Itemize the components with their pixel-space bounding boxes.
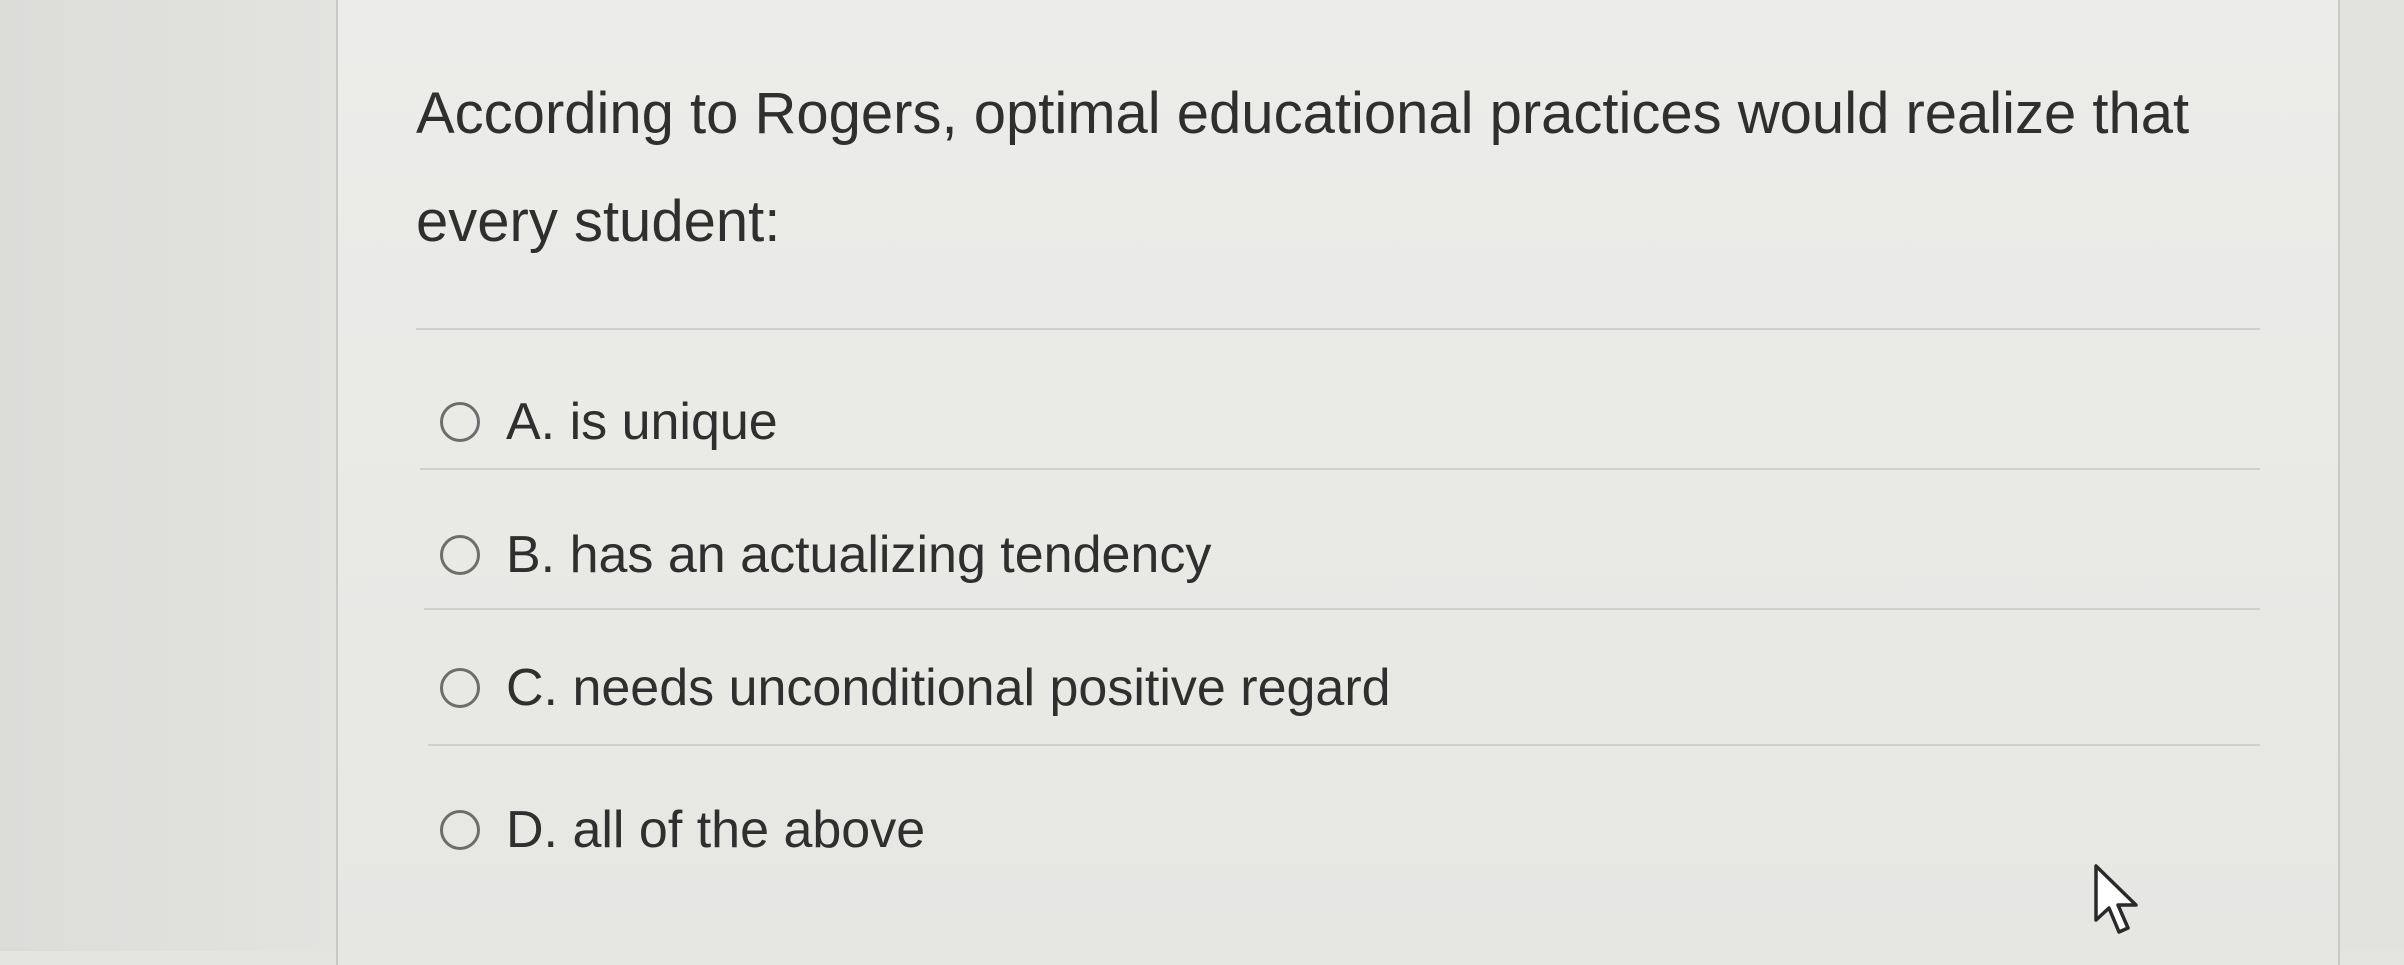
radio-button-icon[interactable] xyxy=(440,668,480,708)
page-background-right xyxy=(2340,0,2404,951)
page-background-left xyxy=(0,0,336,951)
option-a[interactable]: A. is unique xyxy=(440,372,1940,472)
radio-button-icon[interactable] xyxy=(440,535,480,575)
option-d-label: D. all of the above xyxy=(506,801,926,859)
option-divider xyxy=(420,468,2260,470)
question-divider xyxy=(416,328,2260,330)
radio-button-icon[interactable] xyxy=(440,402,480,442)
option-c[interactable]: C. needs unconditional positive regard xyxy=(440,638,1940,738)
mouse-pointer-icon xyxy=(2094,864,2138,934)
option-a-label: A. is unique xyxy=(506,393,778,451)
option-b[interactable]: B. has an actualizing tendency xyxy=(440,505,1940,605)
option-divider xyxy=(428,744,2260,746)
option-b-label: B. has an actualizing tendency xyxy=(506,526,1212,584)
question-text: According to Rogers, optimal educational… xyxy=(416,81,2190,254)
option-c-label: C. needs unconditional positive regard xyxy=(506,659,1391,717)
radio-button-icon[interactable] xyxy=(440,810,480,850)
option-divider xyxy=(424,608,2260,610)
option-d[interactable]: D. all of the above xyxy=(440,780,1940,880)
